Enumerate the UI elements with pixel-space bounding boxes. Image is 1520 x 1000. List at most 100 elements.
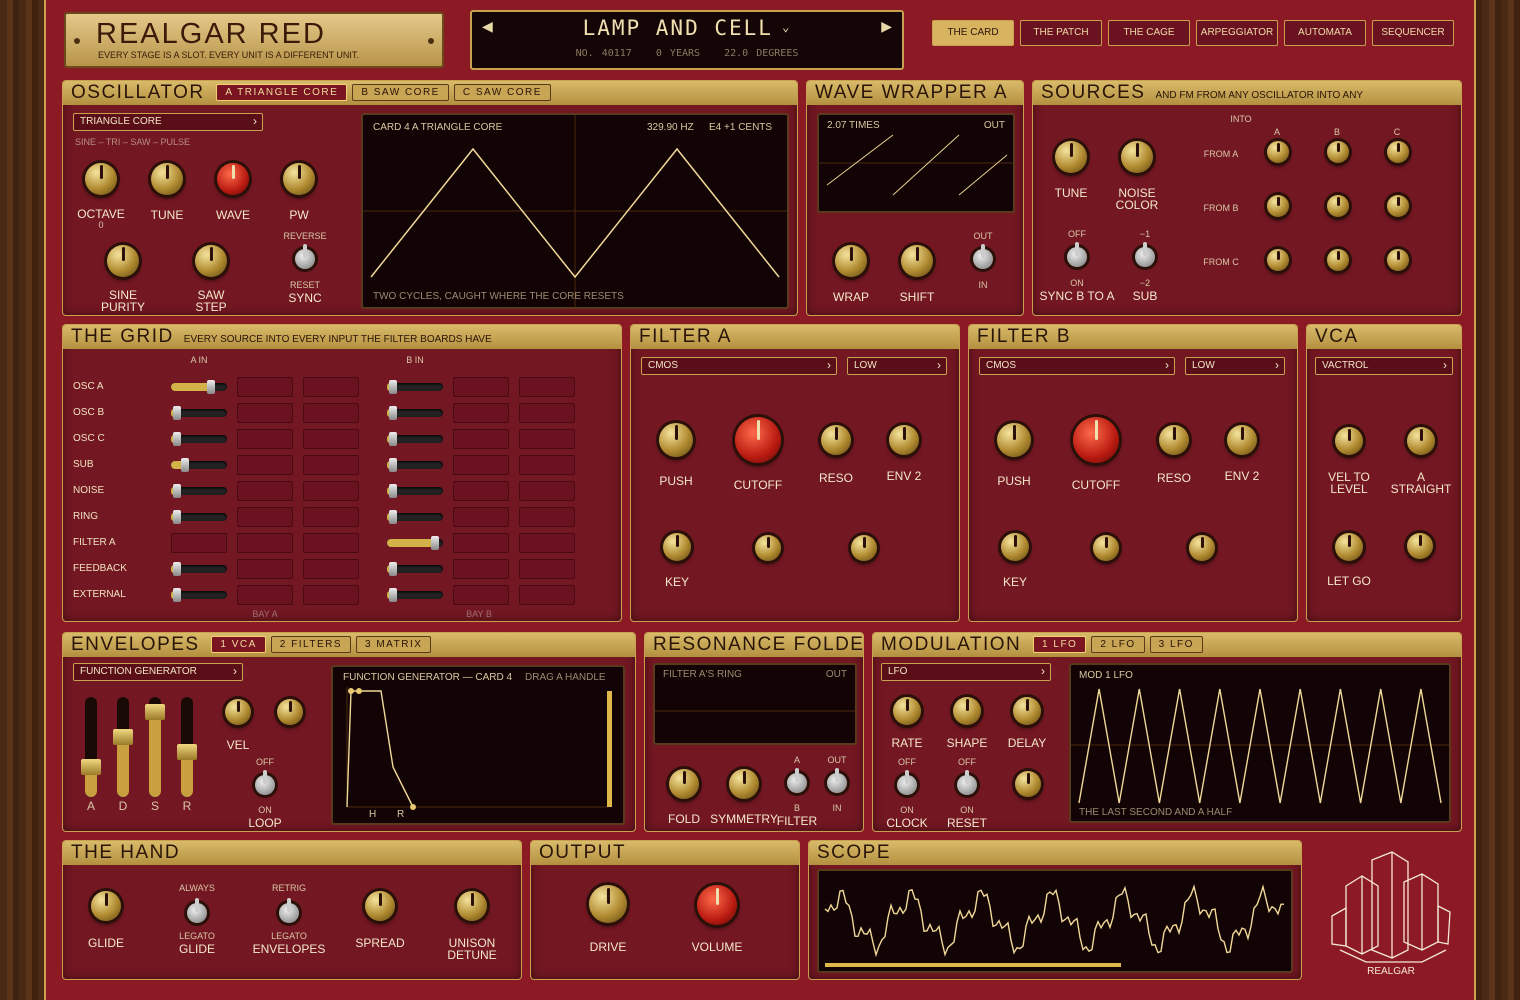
filter-a-aux-knob-2[interactable]: [851, 535, 877, 561]
preset-display[interactable]: ◀ ▶ LAMP AND CELL ⌄ NO. 40117 0 YEARS 22…: [470, 10, 904, 70]
env-tab-matrix[interactable]: 3 MATRIX: [356, 636, 432, 653]
grid-empty-slot[interactable]: [237, 507, 293, 527]
grid-slider-b[interactable]: [387, 484, 443, 498]
lfo-rate-knob[interactable]: [893, 697, 921, 725]
filter-a-mode-select[interactable]: LOW: [847, 357, 947, 375]
grid-slider-a[interactable]: [171, 510, 227, 524]
clock-toggle[interactable]: [897, 770, 917, 795]
grid-empty-slot[interactable]: [237, 377, 293, 397]
fm-b-to-a-knob[interactable]: [1267, 195, 1289, 217]
filter-b-push-knob[interactable]: [997, 423, 1031, 457]
folder-route-toggle[interactable]: [827, 768, 847, 793]
filter-b-aux-knob-1[interactable]: [1093, 535, 1119, 561]
saw-step-knob[interactable]: [195, 245, 227, 277]
grid-empty-slot[interactable]: [519, 533, 575, 553]
grid-empty-slot[interactable]: [519, 403, 575, 423]
grid-slider-b[interactable]: [387, 536, 443, 550]
octave-knob[interactable]: [85, 163, 117, 195]
fm-c-to-a-knob[interactable]: [1267, 249, 1289, 271]
lfo-shape-knob[interactable]: [953, 697, 981, 725]
grid-empty-slot[interactable]: [453, 455, 509, 475]
grid-empty-slot[interactable]: [453, 507, 509, 527]
envelope-screen[interactable]: FUNCTION GENERATOR — CARD 4 DRAG A HANDL…: [331, 665, 625, 825]
grid-empty-slot[interactable]: [303, 377, 359, 397]
noise-tune-knob[interactable]: [1055, 141, 1087, 173]
pw-knob[interactable]: [283, 163, 315, 195]
a-straight-knob[interactable]: [1407, 427, 1435, 455]
grid-slider-b[interactable]: [387, 432, 443, 446]
grid-empty-slot[interactable]: [519, 377, 575, 397]
filter-b-cutoff-knob[interactable]: [1073, 417, 1119, 463]
vel-knob[interactable]: [225, 699, 251, 725]
nav-arpeggiator[interactable]: ARPEGGIATOR: [1196, 20, 1278, 46]
nav-the-cage[interactable]: THE CAGE: [1108, 20, 1190, 46]
osc-tab-a[interactable]: A TRIANGLE CORE: [216, 84, 348, 101]
filter-b-key-knob[interactable]: [1001, 533, 1029, 561]
grid-empty-slot[interactable]: [519, 455, 575, 475]
fold-knob[interactable]: [669, 769, 699, 799]
grid-empty-slot[interactable]: [237, 403, 293, 423]
release-fader[interactable]: [177, 697, 197, 797]
glide-knob[interactable]: [91, 891, 121, 921]
grid-slider-a[interactable]: [171, 458, 227, 472]
noise-color-knob[interactable]: [1121, 141, 1153, 173]
mod-tab-3[interactable]: 3 LFO: [1149, 636, 1203, 653]
lfo-reset-toggle[interactable]: [957, 770, 977, 795]
grid-empty-slot[interactable]: [237, 585, 293, 605]
fm-b-to-c-knob[interactable]: [1387, 195, 1409, 217]
grid-empty-slot[interactable]: [453, 403, 509, 423]
grid-empty-slot[interactable]: [519, 481, 575, 501]
grid-empty-slot[interactable]: [453, 377, 509, 397]
volume-knob[interactable]: [697, 885, 737, 925]
grid-empty-slot[interactable]: [519, 559, 575, 579]
grid-slider-a[interactable]: [171, 484, 227, 498]
envelope-mode-toggle[interactable]: [279, 898, 299, 923]
filter-a-push-knob[interactable]: [659, 423, 693, 457]
grid-slider-a[interactable]: [171, 406, 227, 420]
grid-empty-slot[interactable]: [303, 533, 359, 553]
filter-a-env-knob[interactable]: [889, 425, 919, 455]
grid-empty-slot[interactable]: [519, 507, 575, 527]
loop-toggle[interactable]: [255, 770, 275, 795]
grid-slider-b[interactable]: [387, 380, 443, 394]
filter-a-key-knob[interactable]: [663, 533, 691, 561]
grid-slider-b[interactable]: [387, 406, 443, 420]
shift-knob[interactable]: [901, 245, 933, 277]
fm-a-to-a-knob[interactable]: [1267, 141, 1289, 163]
grid-empty-slot[interactable]: [453, 559, 509, 579]
filter-b-aux-knob-2[interactable]: [1189, 535, 1215, 561]
env-tab-filters[interactable]: 2 FILTERS: [270, 636, 352, 653]
env-mode-select[interactable]: FUNCTION GENERATOR: [73, 663, 243, 681]
nav-the-card[interactable]: THE CARD: [932, 20, 1014, 46]
symmetry-knob[interactable]: [729, 769, 759, 799]
filter-a-reso-knob[interactable]: [821, 425, 851, 455]
grid-empty-slot[interactable]: [303, 559, 359, 579]
attack-fader[interactable]: [81, 697, 101, 797]
wrap-knob[interactable]: [835, 245, 867, 277]
grid-slider-b[interactable]: [387, 562, 443, 576]
vca-aux-knob[interactable]: [1407, 533, 1433, 559]
env-tab-vca[interactable]: 1 VCA: [211, 636, 266, 653]
osc-tab-b[interactable]: B SAW CORE: [352, 84, 449, 101]
nav-automata[interactable]: AUTOMATA: [1284, 20, 1366, 46]
spread-knob[interactable]: [365, 891, 395, 921]
decay-fader[interactable]: [113, 697, 133, 797]
fm-b-to-b-knob[interactable]: [1327, 195, 1349, 217]
vca-type-select[interactable]: VACTROL: [1315, 357, 1453, 375]
unison-detune-knob[interactable]: [457, 891, 487, 921]
wrapper-route-toggle[interactable]: [973, 244, 993, 269]
grid-empty-slot[interactable]: [453, 533, 509, 553]
filter-b-env-knob[interactable]: [1227, 425, 1257, 455]
mod-type-select[interactable]: LFO: [881, 663, 1051, 681]
wave-knob[interactable]: [217, 163, 249, 195]
grid-empty-slot[interactable]: [237, 455, 293, 475]
grid-slider-b[interactable]: [387, 588, 443, 602]
grid-empty-slot[interactable]: [303, 481, 359, 501]
let-go-knob[interactable]: [1335, 533, 1363, 561]
mod-aux-knob[interactable]: [1015, 771, 1041, 797]
grid-empty-slot[interactable]: [303, 429, 359, 449]
reset-sync-toggle[interactable]: [295, 244, 315, 269]
filter-a-type-select[interactable]: CMOS: [641, 357, 837, 375]
sub-octave-toggle[interactable]: [1135, 242, 1155, 267]
grid-empty-slot[interactable]: [237, 481, 293, 501]
